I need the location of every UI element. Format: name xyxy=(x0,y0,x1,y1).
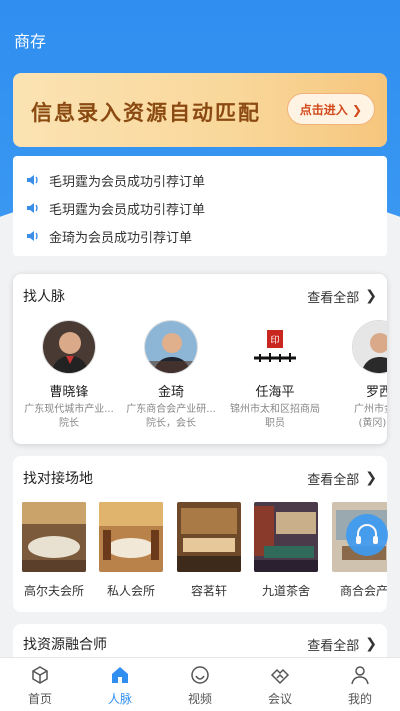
person-role: 职员 xyxy=(265,418,285,429)
venue-item[interactable]: 私人会所 xyxy=(98,502,164,599)
cube-icon xyxy=(32,666,48,684)
person-desc: 广州市金钅 xyxy=(354,404,387,415)
venue-name: 高尔夫会所 xyxy=(23,584,84,598)
home-icon xyxy=(112,667,128,683)
person-desc: 锦州市太和区招商局 xyxy=(230,404,320,415)
venue-name: 容茗轩 xyxy=(190,584,227,598)
avatar xyxy=(42,320,96,374)
avatar xyxy=(352,320,387,374)
notice-text: 金琦为会员成功引荐订单 xyxy=(49,230,193,246)
avatar: 印 xyxy=(248,320,302,374)
tab-label: 首页 xyxy=(27,692,52,706)
promo-banner[interactable]: 信息录入资源自动匹配 点击进入 ❯ xyxy=(13,73,387,147)
tab-video[interactable]: 视频 xyxy=(160,658,240,711)
person-name: 曹晓锋 xyxy=(49,385,89,400)
banner-button-label: 点击进入 xyxy=(299,103,348,117)
venue-item[interactable]: 九道茶舍 xyxy=(253,502,319,599)
see-all-label: 查看全部 xyxy=(307,472,360,488)
person-card[interactable]: 金琦 广东商合会产业研... 院长，会长 xyxy=(121,320,221,431)
notice-item[interactable]: 毛玥霆为会员成功引荐订单 xyxy=(13,166,387,194)
person-card[interactable]: 曹晓锋 广东现代城市产业... 院长 xyxy=(19,320,119,431)
chevron-right-icon: ❯ xyxy=(365,470,377,486)
page-title: 商存 xyxy=(14,32,47,51)
venue-see-all-link[interactable]: 查看全部 ❯ xyxy=(307,469,377,488)
banner-enter-button[interactable]: 点击进入 ❯ xyxy=(286,93,375,125)
venue-name: 私人会所 xyxy=(106,584,155,598)
svg-text:印: 印 xyxy=(270,334,279,346)
person-role: (黄冈) 料 xyxy=(358,418,388,429)
notice-item[interactable]: 毛玥霆为会员成功引荐订单 xyxy=(13,194,387,222)
resource-section-title: 找资源融合师 xyxy=(23,637,107,653)
venue-image xyxy=(99,502,163,572)
venue-image xyxy=(177,502,241,572)
tab-label: 我的 xyxy=(347,692,372,706)
speaker-icon xyxy=(27,175,38,185)
see-all-label: 查看全部 xyxy=(307,290,360,306)
person-name: 金琦 xyxy=(157,385,184,400)
people-section-title: 找人脉 xyxy=(23,289,65,305)
bottom-tab-bar: 首页 人脉 视频 会议 我的 xyxy=(0,657,400,711)
venue-section-title: 找对接场地 xyxy=(23,471,93,487)
smile-icon xyxy=(191,666,209,684)
venue-image xyxy=(22,502,86,572)
chevron-right-icon: ❯ xyxy=(365,636,377,652)
tab-meeting[interactable]: 会议 xyxy=(240,658,320,711)
people-see-all-link[interactable]: 查看全部 ❯ xyxy=(307,287,377,306)
chevron-right-icon: ❯ xyxy=(365,288,377,304)
chevron-right-icon: ❯ xyxy=(347,103,362,117)
person-card[interactable]: 印 任海平 锦州市太和区招商局 职员 xyxy=(225,320,325,431)
speaker-icon xyxy=(27,231,38,241)
headset-icon xyxy=(356,524,378,544)
notice-list: 毛玥霆为会员成功引荐订单 毛玥霆为会员成功引荐订单 金琦为会员成功引荐订单 xyxy=(13,156,387,256)
tab-home[interactable]: 首页 xyxy=(0,658,80,711)
venue-item[interactable]: 容茗轩 xyxy=(176,502,242,599)
tab-network[interactable]: 人脉 xyxy=(80,658,160,711)
customer-service-button[interactable] xyxy=(346,514,388,556)
tab-label: 会议 xyxy=(267,692,292,706)
tab-label: 视频 xyxy=(187,692,212,706)
resource-see-all-link[interactable]: 查看全部 ❯ xyxy=(307,635,377,654)
handshake-icon xyxy=(270,668,290,685)
venue-card: 找对接场地 查看全部 ❯ 高尔夫会所 私人会所 容茗轩 九道茶舍 商合会产 xyxy=(13,456,387,612)
see-all-label: 查看全部 xyxy=(307,638,360,654)
tab-profile[interactable]: 我的 xyxy=(320,658,400,711)
venue-item[interactable]: 高尔夫会所 xyxy=(21,502,87,599)
speaker-icon xyxy=(27,203,38,213)
banner-text: 信息录入资源自动匹配 xyxy=(31,101,261,125)
people-list: 曹晓锋 广东现代城市产业... 院长 金琦 广东商合会产业研... 院长，会长 … xyxy=(13,318,387,438)
user-icon xyxy=(351,666,369,685)
venue-list: 高尔夫会所 私人会所 容茗轩 九道茶舍 商合会产 xyxy=(13,500,387,600)
venue-image xyxy=(254,502,318,572)
people-card: 找人脉 查看全部 ❯ 曹晓锋 广东现代城市产业... 院长 金琦 广东商合会产业研… xyxy=(13,274,387,444)
person-role: 院长 xyxy=(59,418,79,429)
person-role: 院长，会长 xyxy=(146,418,196,429)
tab-label: 人脉 xyxy=(107,692,132,706)
person-name: 罗西 xyxy=(365,385,387,400)
venue-name: 九道茶舍 xyxy=(261,584,310,598)
person-name: 任海平 xyxy=(255,385,295,400)
person-desc: 广东现代城市产业... xyxy=(24,404,114,415)
notice-item[interactable]: 金琦为会员成功引荐订单 xyxy=(13,222,387,250)
notice-text: 毛玥霆为会员成功引荐订单 xyxy=(49,202,206,218)
person-card[interactable]: 罗西 广州市金钅 (黄冈) 料 xyxy=(329,320,387,431)
avatar xyxy=(144,320,198,374)
venue-name: 商合会产 xyxy=(339,584,387,598)
person-desc: 广东商合会产业研... xyxy=(126,404,216,415)
notice-text: 毛玥霆为会员成功引荐订单 xyxy=(49,174,206,190)
